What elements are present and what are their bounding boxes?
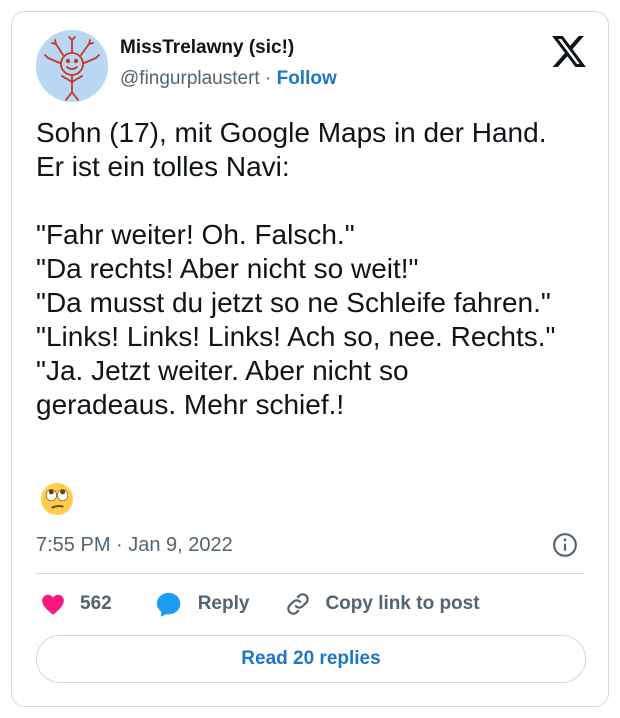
heart-icon [42,594,64,615]
handle[interactable]: @fingurplaustert [120,68,260,89]
like-count: 562 [80,593,112,614]
info-icon[interactable] [552,532,578,558]
follow-link[interactable]: Follow [277,68,337,89]
speech-bubble-icon [156,592,180,617]
copy-link-button[interactable]: Copy link to post [285,591,480,617]
read-replies-button[interactable]: Read 20 replies [36,635,586,683]
user-info: MissTrelawny (sic!) @fingurplaustert · F… [120,36,337,91]
avatar[interactable] [36,30,108,102]
separator-dot: · [264,68,272,89]
avatar-drawing [36,30,108,102]
tweet-card: MissTrelawny (sic!) @fingurplaustert · F… [11,11,609,707]
reply-button[interactable]: Reply [154,590,250,618]
reply-label: Reply [197,593,250,614]
timestamp[interactable]: 7:55 PM · Jan 9, 2022 [36,532,233,558]
copy-link-label: Copy link to post [325,593,480,614]
rolling-eyes-emoji-icon [40,482,74,516]
divider [36,573,584,574]
x-logo-icon[interactable] [552,36,586,67]
like-button[interactable]: 562 [40,591,112,617]
action-bar: 562 Reply Copy link to post [36,590,480,618]
handle-line: @fingurplaustert · Follow [120,67,337,91]
tweet-text: Sohn (17), mit Google Maps in der Hand. … [36,117,556,420]
display-name[interactable]: MissTrelawny (sic!) [120,36,337,60]
link-icon [287,593,310,615]
